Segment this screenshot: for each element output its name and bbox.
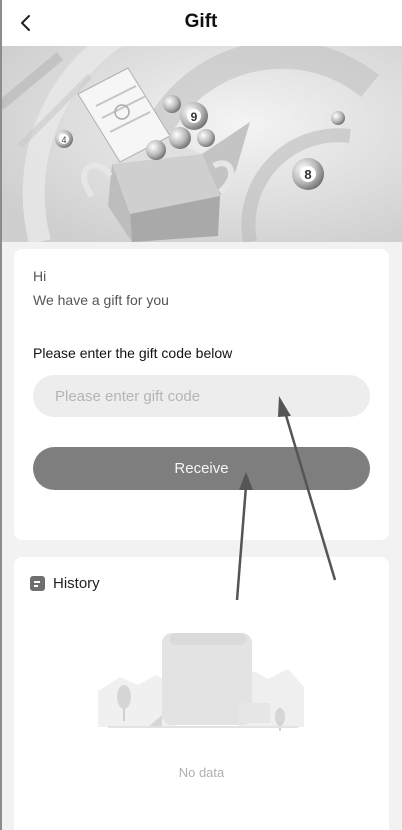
empty-state-text: No data — [178, 765, 225, 780]
history-header: History — [30, 575, 100, 592]
ball-number: 4 — [61, 135, 66, 145]
gift-box-illustration: 4 9 8 — [0, 46, 402, 242]
receive-button[interactable]: Receive — [33, 447, 370, 490]
gift-banner: 4 9 8 — [0, 46, 402, 242]
ball-number: 8 — [304, 167, 311, 182]
top-bar: Gift — [0, 0, 402, 46]
history-card: History No data — [14, 557, 389, 830]
gift-code-input[interactable] — [33, 375, 370, 417]
gift-subtitle: We have a gift for you — [33, 292, 169, 308]
ball-number: 9 — [191, 110, 198, 124]
calendar-icon — [30, 576, 45, 591]
chevron-left-icon — [21, 15, 30, 31]
page-title: Gift — [184, 11, 218, 32]
history-title: History — [53, 575, 100, 592]
window-edge — [0, 0, 2, 830]
empty-scroll-icon — [98, 633, 304, 731]
gift-code-prompt: Please enter the gift code below — [33, 345, 233, 361]
back-button[interactable] — [14, 10, 38, 36]
greeting-text: Hi — [33, 268, 47, 284]
gift-card: Hi We have a gift for you Please enter t… — [14, 249, 389, 540]
